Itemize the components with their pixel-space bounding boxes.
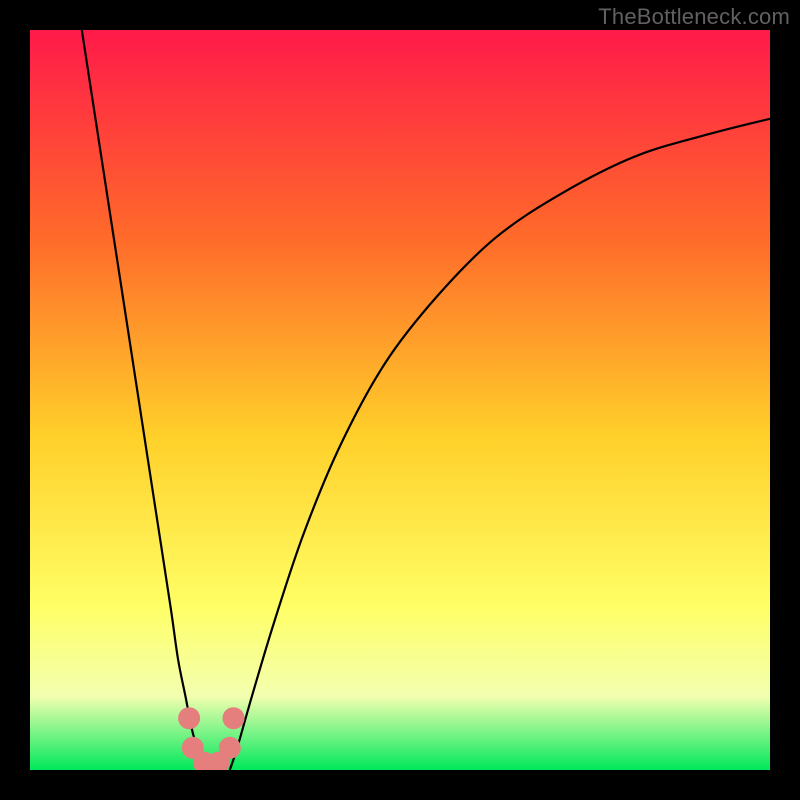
trough-marker	[178, 707, 200, 729]
plot-area	[30, 30, 770, 770]
gradient-background	[30, 30, 770, 770]
watermark-text: TheBottleneck.com	[598, 4, 790, 30]
trough-marker	[223, 707, 245, 729]
chart-frame: TheBottleneck.com	[0, 0, 800, 800]
bottleneck-chart	[30, 30, 770, 770]
trough-marker	[219, 737, 241, 759]
